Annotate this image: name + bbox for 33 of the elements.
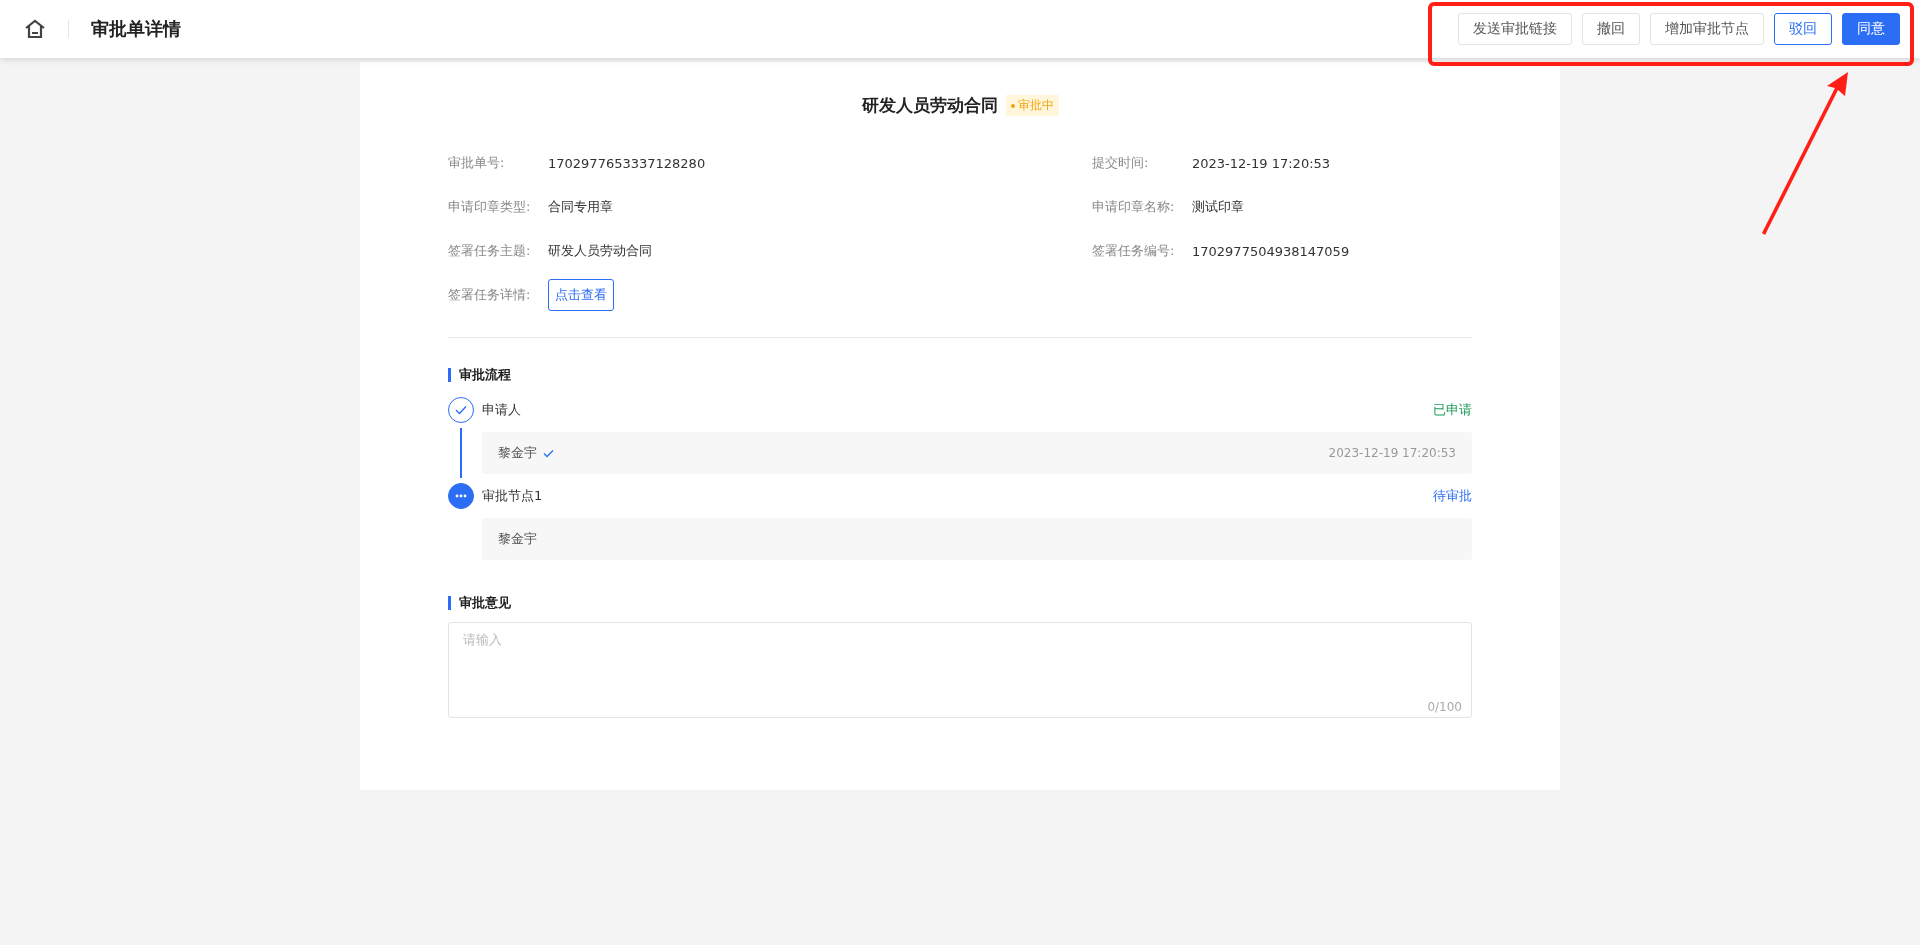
section-title: 审批意见 — [448, 596, 1472, 610]
field-label: 签署任务主题: — [448, 242, 532, 260]
field-value: 测试印章 — [1192, 198, 1244, 216]
field-label: 签署任务详情: — [448, 286, 532, 304]
action-button[interactable]: 撤回 — [1582, 13, 1640, 45]
field-label: 签署任务编号: — [1092, 242, 1176, 260]
status-tag: 审批中 — [1005, 95, 1059, 116]
field-label: 审批单号: — [448, 154, 506, 172]
home-icon[interactable] — [24, 19, 46, 39]
view-link-button[interactable]: 点击查看 — [548, 279, 614, 311]
action-button[interactable]: 同意 — [1842, 13, 1900, 45]
field-value: 合同专用章 — [548, 198, 613, 216]
field-value: 2023-12-19 17:20:53 — [1192, 155, 1331, 171]
step-name: 审批节点1 — [482, 487, 543, 505]
field-label: 申请印章名称: — [1092, 198, 1176, 216]
char-counter: 0/100 — [1427, 700, 1462, 714]
approval-time: 2023-12-19 17:20:53 — [1328, 446, 1456, 460]
approver-name: 黎金宇 — [498, 444, 537, 462]
action-button[interactable]: 增加审批节点 — [1650, 13, 1764, 45]
section-title: 审批流程 — [448, 368, 1472, 382]
step-name: 申请人 — [482, 401, 521, 419]
page-title: 审批单详情 — [91, 17, 181, 41]
field-value: 1702977504938147059 — [1192, 243, 1350, 259]
action-button[interactable]: 驳回 — [1774, 13, 1832, 45]
action-button[interactable]: 发送审批链接 — [1458, 13, 1572, 45]
step-status: 已申请 — [1433, 401, 1472, 419]
step-status: 待审批 — [1433, 487, 1472, 505]
document-title: 研发人员劳动合同 — [861, 94, 998, 117]
field-value: 研发人员劳动合同 — [548, 242, 652, 260]
approver-name: 黎金宇 — [498, 530, 537, 548]
field-label: 申请印章类型: — [448, 198, 532, 216]
field-label: 提交时间: — [1092, 154, 1150, 172]
field-value: 1702977653337128280 — [548, 155, 706, 171]
